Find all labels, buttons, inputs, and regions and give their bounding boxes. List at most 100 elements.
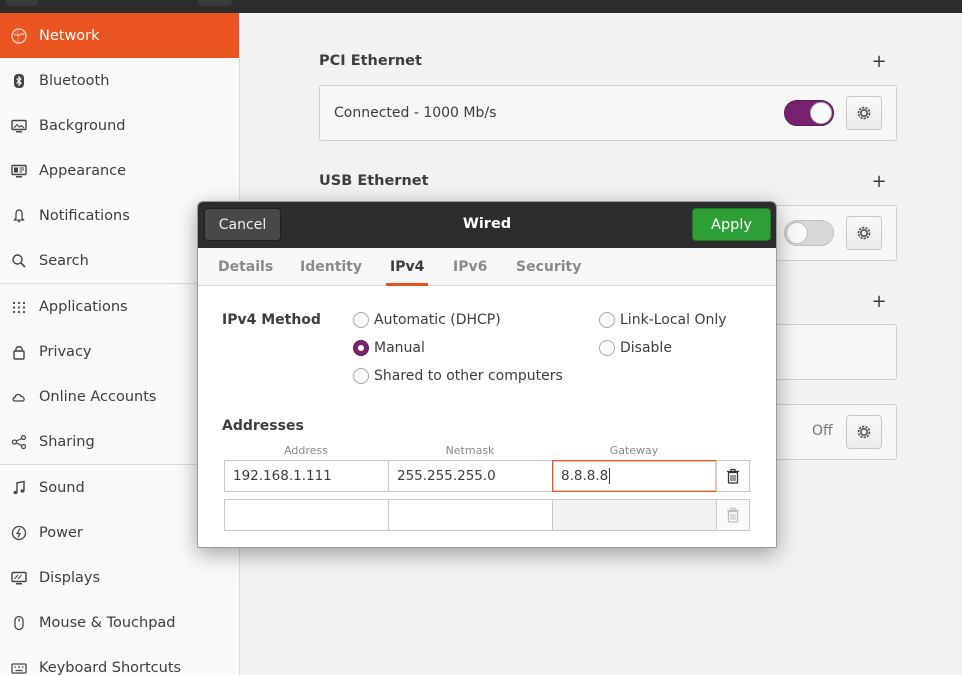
dialog-title: Wired	[462, 216, 512, 232]
pci-connection-status: Connected - 1000 Mb/s	[334, 105, 497, 121]
address-input[interactable]	[224, 499, 389, 531]
share-icon	[10, 433, 28, 451]
method-link-local-radio[interactable]: Link-Local Only	[599, 312, 727, 328]
bluetooth-icon	[10, 72, 28, 90]
text-cursor	[609, 468, 611, 484]
sidebar-item-label: Background	[39, 117, 126, 134]
sidebar-item-label: Online Accounts	[39, 388, 157, 405]
netmask-input[interactable]: 255.255.255.0	[388, 460, 553, 492]
radio-indicator	[599, 340, 615, 356]
add-vpn-button[interactable]: +	[871, 293, 887, 311]
tab-security[interactable]: Security	[516, 248, 581, 286]
background-icon	[10, 117, 28, 135]
display-icon	[10, 569, 28, 587]
pci-settings-button[interactable]	[846, 96, 882, 130]
sidebar-item-mouse-touchpad[interactable]: Mouse & Touchpad	[0, 600, 239, 645]
dialog-tabs: Details Identity IPv4 IPv6 Security	[198, 248, 776, 286]
usb-ethernet-title: USB Ethernet	[319, 173, 429, 189]
title-bar	[0, 0, 962, 13]
ipv4-method-label: IPv4 Method	[222, 312, 321, 328]
proxy-status: Off	[812, 423, 833, 439]
gateway-input[interactable]	[552, 499, 717, 531]
wired-dialog: Cancel Wired Apply Details Identity IPv4…	[197, 201, 777, 548]
power-icon	[10, 524, 28, 542]
add-pci-connection-button[interactable]: +	[871, 53, 887, 71]
sidebar-item-label: Keyboard Shortcuts	[39, 659, 182, 675]
sidebar-item-label: Applications	[39, 298, 128, 315]
sidebar-item-label: Sound	[39, 479, 85, 496]
netmask-value: 255.255.255.0	[397, 468, 496, 484]
network-icon	[10, 27, 28, 45]
sidebar-item-displays[interactable]: Displays	[0, 555, 239, 600]
apps-grid-icon	[10, 298, 28, 316]
gateway-input[interactable]: 8.8.8.8	[552, 460, 717, 492]
radio-indicator	[353, 312, 369, 328]
netmask-input[interactable]	[388, 499, 553, 531]
usb-ethernet-toggle[interactable]	[784, 220, 834, 246]
toggle-knob	[786, 222, 808, 244]
radio-indicator	[353, 368, 369, 384]
sidebar-item-label: Appearance	[39, 162, 127, 179]
gear-icon	[857, 106, 871, 120]
sidebar-item-label: Sharing	[39, 433, 95, 450]
method-shared-radio[interactable]: Shared to other computers	[353, 368, 563, 384]
pci-ethernet-title: PCI Ethernet	[319, 53, 422, 69]
trash-icon	[727, 507, 739, 523]
address-input[interactable]: 192.168.1.111	[224, 460, 389, 492]
apply-button[interactable]: Apply	[692, 208, 771, 241]
gear-icon	[857, 226, 871, 240]
addresses-label: Addresses	[222, 418, 304, 434]
delete-address-button[interactable]	[716, 499, 750, 531]
sidebar-item-label: Displays	[39, 569, 101, 586]
sidebar-item-keyboard-shortcuts[interactable]: Keyboard Shortcuts	[0, 645, 239, 675]
sidebar-item-label: Search	[39, 252, 89, 269]
radio-label: Link-Local Only	[620, 312, 727, 328]
sidebar-item-label: Bluetooth	[39, 72, 110, 89]
radio-indicator	[599, 312, 615, 328]
method-disable-radio[interactable]: Disable	[599, 340, 672, 356]
lock-icon	[10, 343, 28, 361]
tab-details[interactable]: Details	[218, 248, 273, 286]
sidebar-item-label: Power	[39, 524, 83, 541]
radio-label: Automatic (DHCP)	[374, 312, 501, 328]
radio-label: Shared to other computers	[374, 368, 563, 384]
gateway-value: 8.8.8.8	[561, 468, 609, 484]
method-automatic-radio[interactable]: Automatic (DHCP)	[353, 312, 501, 328]
pci-ethernet-card: Connected - 1000 Mb/s	[319, 85, 897, 141]
delete-address-button[interactable]	[716, 460, 750, 492]
method-manual-radio[interactable]: Manual	[353, 340, 425, 356]
tab-ipv4[interactable]: IPv4	[385, 248, 429, 286]
sidebar-item-appearance[interactable]: Appearance	[0, 148, 239, 193]
usb-settings-button[interactable]	[846, 216, 882, 250]
cloud-icon	[10, 388, 28, 406]
music-note-icon	[10, 479, 28, 497]
sidebar-item-label: Network	[39, 27, 100, 44]
sidebar-item-label: Notifications	[39, 207, 130, 224]
sidebar-item-background[interactable]: Background	[0, 103, 239, 148]
add-usb-connection-button[interactable]: +	[871, 173, 887, 191]
keyboard-icon	[10, 659, 28, 675]
radio-indicator	[353, 340, 369, 356]
header-menu-button[interactable]	[198, 0, 232, 6]
radio-label: Disable	[620, 340, 672, 356]
sidebar-item-label: Privacy	[39, 343, 92, 360]
address-column-header: Address	[284, 444, 328, 457]
search-icon	[10, 252, 28, 270]
dialog-header: Cancel Wired Apply	[198, 202, 776, 248]
netmask-column-header: Netmask	[445, 444, 495, 457]
appearance-icon	[10, 162, 28, 180]
gear-icon	[857, 425, 871, 439]
pci-ethernet-toggle[interactable]	[784, 100, 834, 126]
bell-icon	[10, 207, 28, 225]
address-value: 192.168.1.111	[233, 468, 332, 484]
trash-icon	[727, 468, 739, 484]
radio-label: Manual	[374, 340, 425, 356]
mouse-icon	[10, 614, 28, 632]
header-left-button[interactable]	[6, 0, 38, 6]
tab-ipv6[interactable]: IPv6	[453, 248, 487, 286]
sidebar-item-bluetooth[interactable]: Bluetooth	[0, 58, 239, 103]
gateway-column-header: Gateway	[609, 444, 659, 457]
tab-identity[interactable]: Identity	[300, 248, 362, 286]
sidebar-item-network[interactable]: Network	[0, 13, 239, 58]
proxy-settings-button[interactable]	[846, 415, 882, 449]
